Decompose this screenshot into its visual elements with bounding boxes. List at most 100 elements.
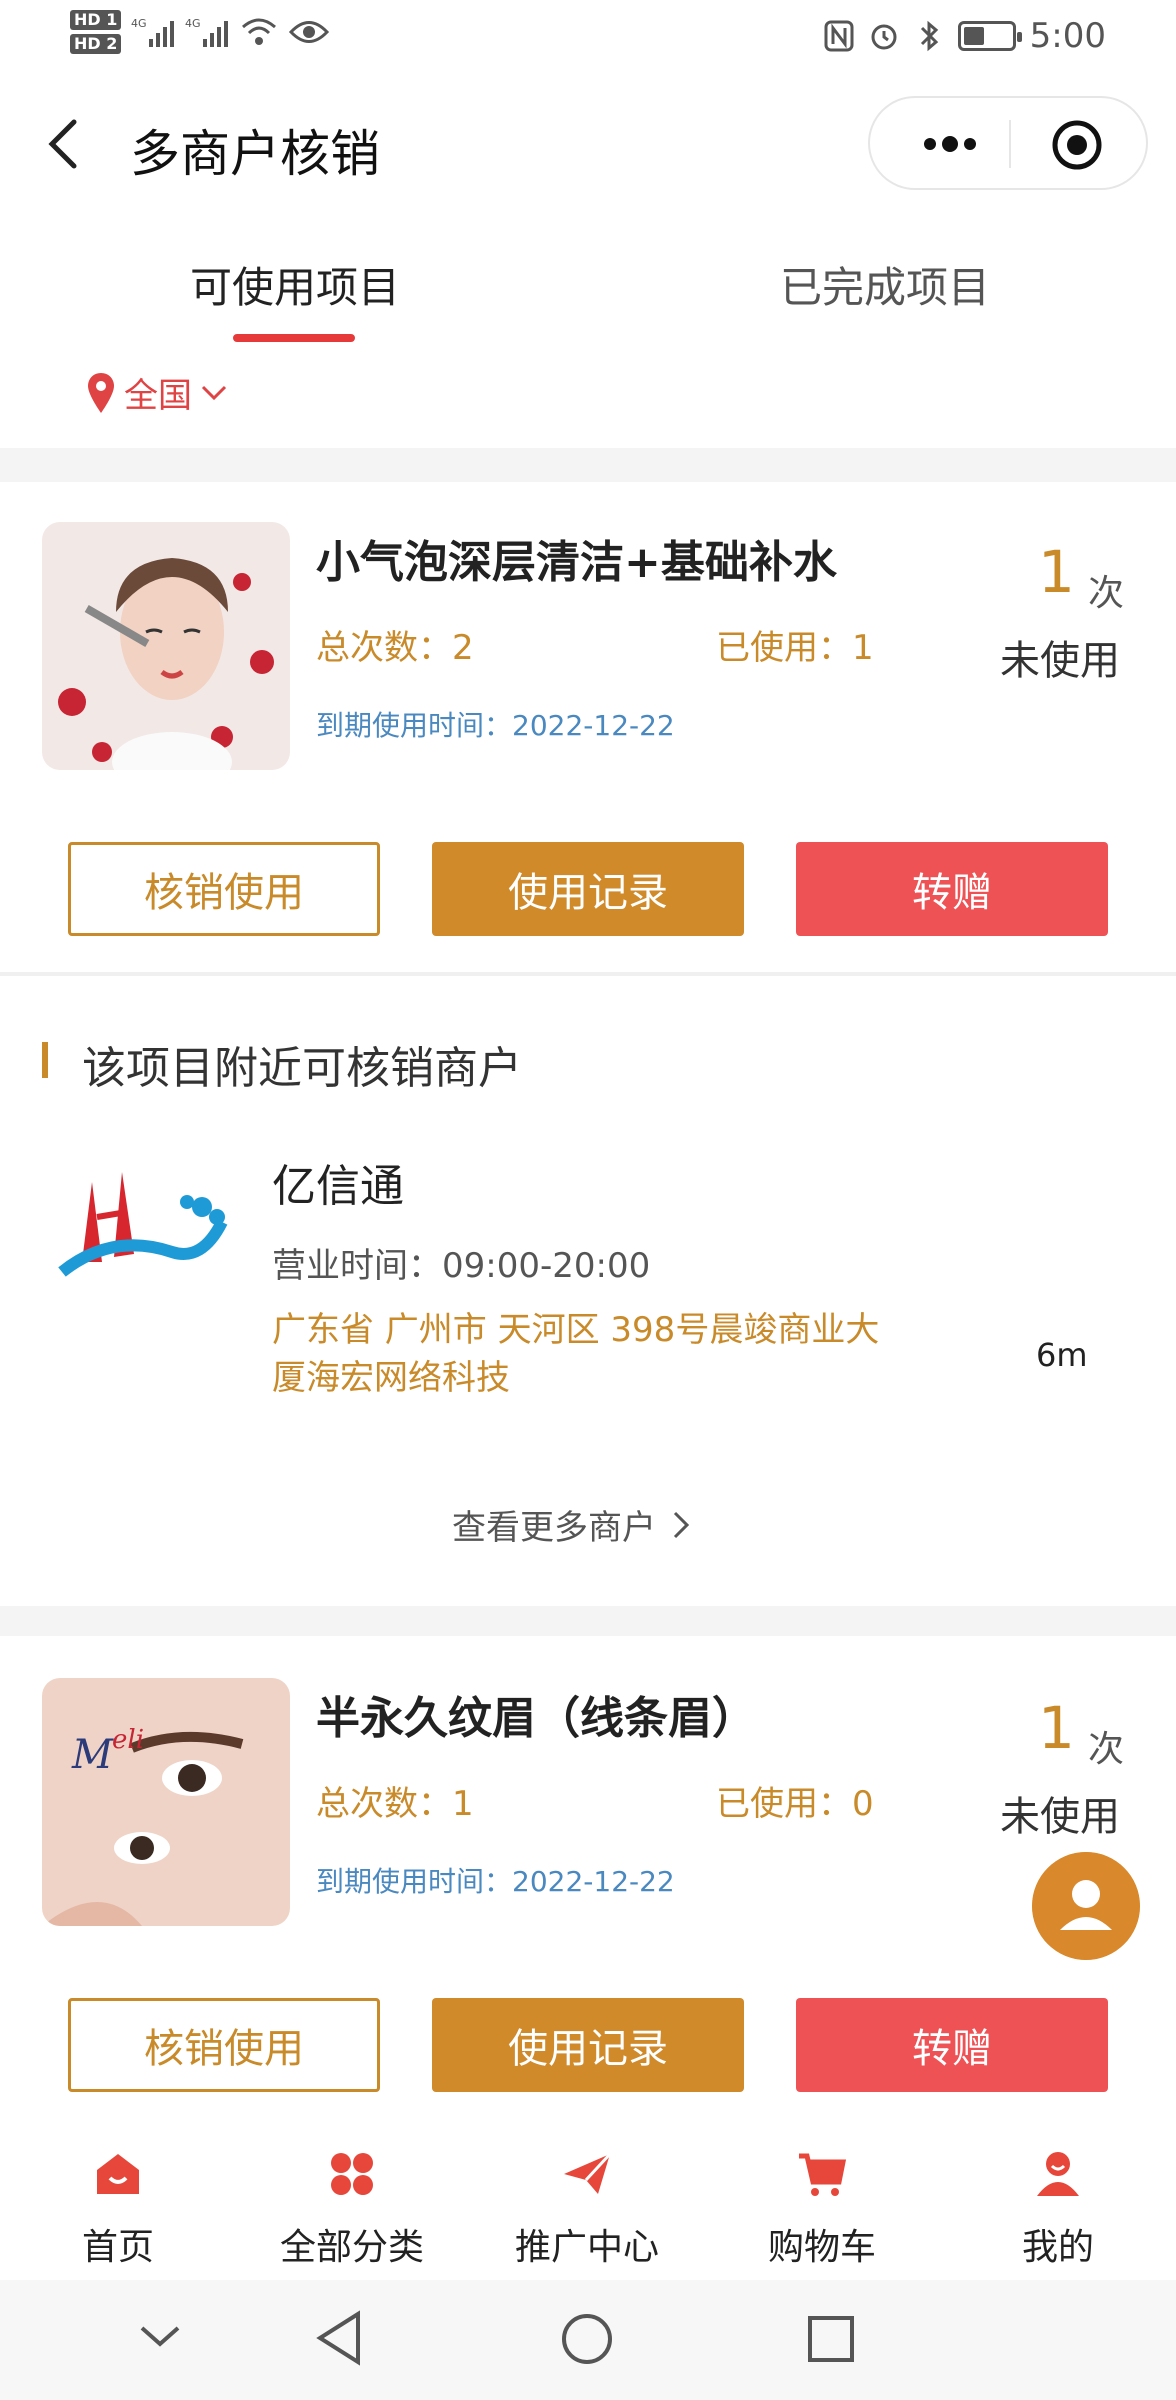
used-count-label: 已使用： [716,628,852,668]
customer-service-icon[interactable] [1032,1852,1140,1960]
tabbar-label: 购物车 [767,2227,876,2268]
tabbar-label: 我的 [1021,2227,1094,2268]
more-icon[interactable] [910,120,990,168]
total-count: 总次数：2 [316,620,474,669]
back-triangle-icon[interactable] [314,2310,364,2366]
signal-icon: 4G [131,17,175,47]
merchant-name[interactable]: 亿信通 [272,1150,404,1214]
project-card: 小气泡深层清洁+基础补水 总次数：2 已使用：1 到期使用时间：2022-12-… [0,482,1176,976]
nfc-icon [824,20,854,52]
project-card: M eli 半永久纹眉（线条眉） 总次数：1 已使用：0 到期使用时间：2022… [0,1638,1176,2114]
verify-use-button[interactable]: 核销使用 [68,842,380,936]
usage-status: 未使用 [1000,1794,1120,1840]
network-label: 4G [131,17,147,30]
battery-icon [957,21,1022,51]
merchant-distance: 6m [1036,1336,1088,1374]
project-title: 半永久纹眉（线条眉） [316,1693,756,1744]
business-hours: 营业时间：09:00-20:00 [272,1238,650,1287]
tabbar-label: 首页 [81,2227,154,2268]
used-count-value: 0 [852,1784,874,1824]
gift-button[interactable]: 转赠 [796,842,1108,936]
paper-plane-icon [564,2152,612,2194]
bluetooth-icon [920,20,938,52]
more-merchants-link[interactable]: 查看更多商户 [452,1500,690,1549]
gift-button[interactable]: 转赠 [796,1998,1108,2092]
merchant-logo[interactable] [52,1162,232,1292]
merchant-address[interactable]: 广东省 广州市 天河区 398号晨竣商业大厦海宏网络科技 [272,1306,892,1402]
section-accent-bar [42,1042,48,1078]
tabbar-categories[interactable]: 全部分类 [252,2150,452,2270]
used-count: 已使用：1 [716,620,874,669]
status-bar: HD 1 HD 2 4G 4G 5:00 [0,0,1176,74]
total-count: 总次数：1 [316,1776,474,1825]
hd1-badge: HD 1 [70,10,122,30]
svg-text:M: M [71,1732,114,1778]
home-circle-icon[interactable] [560,2312,614,2366]
business-hours-label: 营业时间： [272,1246,442,1286]
tabbar-mine[interactable]: 我的 [958,2150,1158,2270]
tabbar-promotion[interactable]: 推广中心 [487,2150,687,2270]
eye-icon [289,21,330,43]
system-navigation-bar [0,2280,1176,2400]
recent-apps-icon[interactable] [806,2314,856,2364]
close-target-icon[interactable] [1050,118,1104,172]
project-image: M eli [42,1678,290,1926]
more-merchants-label: 查看更多商户 [452,1508,656,1548]
signal2-icon: 4G [185,17,229,47]
project-image [42,522,290,770]
tab-available[interactable]: 可使用项目 [190,254,400,315]
usage-record-button[interactable]: 使用记录 [432,842,744,936]
used-count: 已使用：0 [716,1776,874,1825]
active-tab-indicator [233,334,355,342]
chevron-right-icon [673,1511,690,1538]
tab-completed[interactable]: 已完成项目 [780,254,990,315]
tabbar-label: 推广中心 [514,2227,659,2268]
wifi-icon [242,18,277,45]
expire-date: 到期使用时间：2022-12-22 [316,1860,675,1900]
total-count-label: 总次数： [316,1784,452,1824]
region-selector[interactable]: 全国 [86,368,228,417]
svg-text:eli: eli [112,1725,144,1755]
status-right: 5:00 [824,16,1106,56]
alarm-icon [871,24,897,50]
expire-label: 到期使用时间： [316,1865,513,1898]
home-icon [97,2154,139,2194]
region-label: 全国 [124,376,192,416]
tabs: 可使用项目 已完成项目 [0,214,1176,344]
back-arrow-icon[interactable] [40,114,88,174]
hd-badges: HD 1 HD 2 [70,10,122,54]
tabbar-home[interactable]: 首页 [18,2150,218,2270]
page-title: 多商户核销 [130,125,380,183]
svg-text:4G: 4G [185,17,201,30]
hd2-badge: HD 2 [70,34,122,54]
nearby-merchants-section: 该项目附近可核销商户 亿信通 营业时间：09:00-20:00 广东省 广州市 … [0,976,1176,1606]
status-left: HD 1 HD 2 4G 4G [70,10,330,54]
chevron-down-icon[interactable] [138,2322,182,2352]
used-count-label: 已使用： [716,1784,852,1824]
mini-program-capsule [868,96,1148,190]
nav-bar: 多商户核销 [0,74,1176,214]
remaining-count: 1 [1038,538,1075,606]
expire-value: 2022-12-22 [512,709,675,742]
user-icon [1037,2152,1079,2196]
section-gap [0,448,1176,482]
project-title: 小气泡深层清洁+基础补水 [316,537,837,588]
expire-label: 到期使用时间： [316,709,513,742]
chevron-down-icon [201,385,227,400]
capsule-divider [1009,120,1011,168]
expire-value: 2022-12-22 [512,1865,675,1898]
nearby-title: 该项目附近可核销商户 [82,1043,522,1094]
category-icon [331,2153,373,2195]
cart-icon [799,2153,847,2196]
remaining-unit: 次 [1088,1729,1125,1770]
bottom-tab-bar: 首页 全部分类 推广中心 购物车 我的 [0,2114,1176,2280]
status-time: 5:00 [1029,16,1106,56]
total-count-value: 2 [452,628,474,668]
remaining-count: 1 [1038,1694,1075,1762]
tabbar-cart[interactable]: 购物车 [722,2150,922,2270]
used-count-value: 1 [852,628,874,668]
business-hours-value: 09:00-20:00 [442,1246,651,1286]
usage-record-button[interactable]: 使用记录 [432,1998,744,2092]
total-count-value: 1 [452,1784,474,1824]
verify-use-button[interactable]: 核销使用 [68,1998,380,2092]
